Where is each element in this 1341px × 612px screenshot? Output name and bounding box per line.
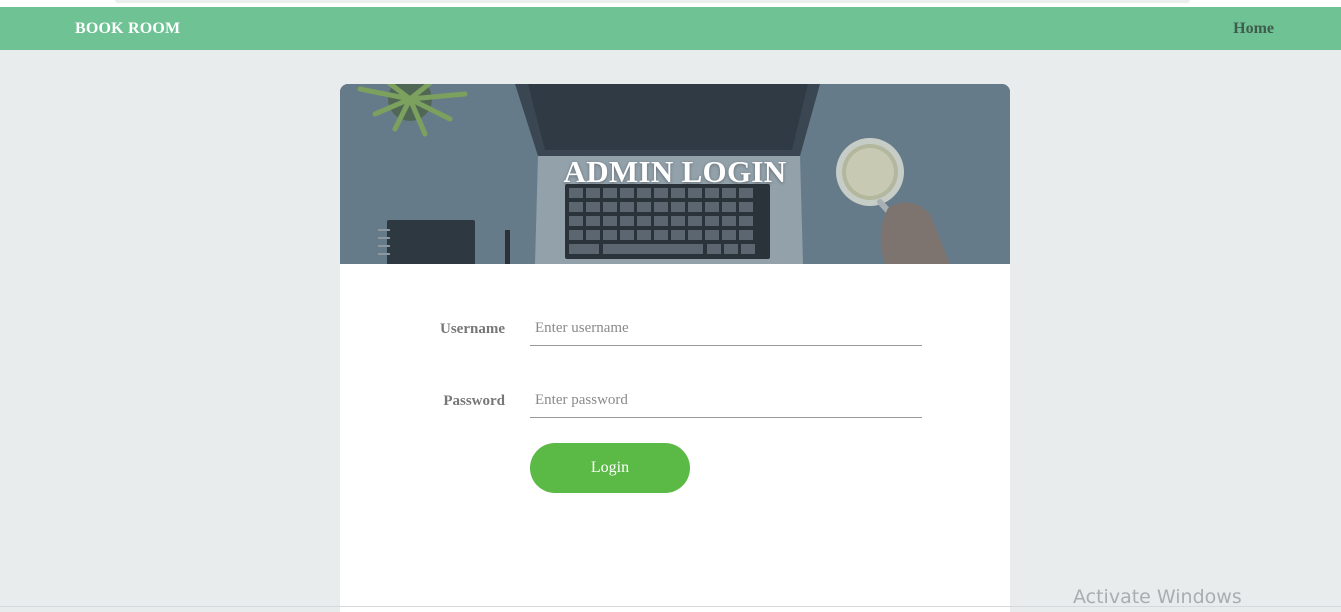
nav-home-link[interactable]: Home: [1233, 20, 1274, 38]
navbar: BOOK ROOM Home: [0, 7, 1341, 50]
password-row: Password: [340, 382, 1010, 432]
browser-top-strip: [0, 0, 1341, 7]
browser-top-strip-edge: [115, 0, 1190, 3]
username-input[interactable]: [530, 312, 922, 346]
username-row: Username: [340, 310, 1010, 360]
password-input[interactable]: [530, 384, 922, 418]
login-hero-banner: ADMIN LOGIN: [340, 84, 1010, 264]
username-label: Username: [440, 321, 505, 337]
login-button[interactable]: Login: [530, 443, 690, 493]
password-label: Password: [443, 393, 505, 409]
activate-windows-watermark: Activate Windows: [1073, 586, 1242, 608]
brand-logo[interactable]: BOOK ROOM: [75, 20, 180, 38]
page-title: ADMIN LOGIN: [563, 154, 787, 189]
login-card: ADMIN LOGIN Username Password Login: [340, 84, 1010, 612]
